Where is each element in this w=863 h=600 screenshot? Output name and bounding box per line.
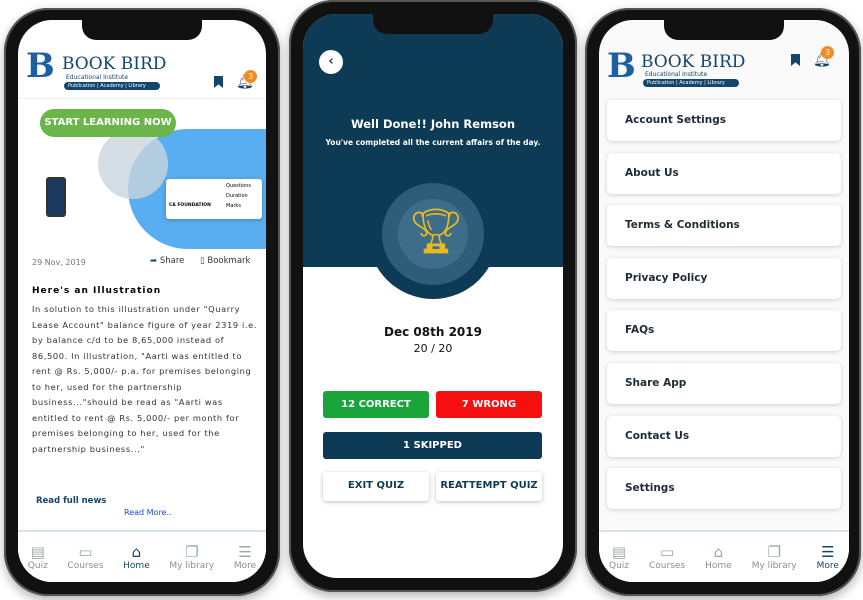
- courses-icon: ▭: [659, 543, 675, 561]
- menu-terms-conditions[interactable]: Terms & Conditions: [607, 205, 841, 246]
- nav-quiz[interactable]: ▤ Quiz: [28, 543, 48, 571]
- correct-count-button[interactable]: 12 CORRECT: [323, 391, 429, 418]
- reattempt-quiz-button[interactable]: REATTEMPT QUIZ: [436, 472, 542, 501]
- quiz-date: Dec 08th 2019: [384, 325, 482, 339]
- phone-quiz-result: 🏆︎ ‹ Well Done!! John Remson You've comp…: [289, 0, 577, 592]
- nav-home[interactable]: ⌂ Home: [123, 543, 150, 571]
- trophy-badge: 🏆︎: [368, 169, 498, 299]
- courses-icon: ▭: [78, 543, 93, 561]
- exit-quiz-button[interactable]: EXIT QUIZ: [323, 472, 429, 501]
- bookmark-button[interactable]: ▯ Bookmark: [200, 256, 250, 266]
- nav-more[interactable]: ☰ More: [817, 543, 839, 571]
- chevron-left-icon: ‹: [328, 54, 334, 69]
- notification-badge: 3: [244, 70, 257, 83]
- start-learning-button[interactable]: START LEARNING NOW: [40, 109, 176, 137]
- bottom-nav: ▤ Quiz ▭ Courses ⌂ Home ❐ My library ☰ More: [599, 530, 849, 582]
- library-icon: ❐: [185, 543, 199, 561]
- bookmark-icon[interactable]: [791, 54, 800, 66]
- read-full-news-link[interactable]: Read full news: [36, 496, 106, 506]
- library-icon: ❐: [767, 543, 781, 561]
- home-icon: ⌂: [713, 543, 724, 561]
- quiz-icon: ▤: [30, 543, 45, 561]
- wrong-count-button[interactable]: 7 WRONG: [436, 391, 542, 418]
- notification-badge: 3: [821, 46, 834, 59]
- quiz-result-screen: 🏆︎ ‹ Well Done!! John Remson You've comp…: [303, 14, 563, 578]
- phone-home: B BOOK BIRD Educational Institute Public…: [4, 8, 280, 596]
- skipped-count-button[interactable]: 1 SKIPPED: [323, 432, 542, 459]
- bottom-nav: ▤ Quiz ▭ Courses ⌂ Home ❐ My library ☰ More: [18, 530, 266, 582]
- menu-icon: ☰: [821, 543, 835, 561]
- result-title: Well Done!! John Remson: [350, 117, 515, 131]
- more-menu-screen: B BOOK BIRD Educational Institute Public…: [599, 20, 849, 582]
- menu-account-settings[interactable]: Account Settings: [607, 100, 841, 141]
- article-heading: Here's an Illustration: [32, 286, 162, 296]
- read-more-link[interactable]: Read More..: [124, 508, 172, 517]
- quiz-icon: ▤: [611, 543, 627, 561]
- nav-home[interactable]: ⌂ Home: [705, 543, 732, 571]
- share-icon: ➦: [150, 256, 160, 266]
- menu-settings[interactable]: Settings: [607, 468, 841, 509]
- nav-quiz[interactable]: ▤ Quiz: [609, 543, 629, 571]
- phone-illustration: [46, 177, 66, 217]
- menu-faqs[interactable]: FAQs: [607, 310, 841, 351]
- menu-privacy-policy[interactable]: Privacy Policy: [607, 258, 841, 299]
- result-subtitle: You've completed all the current affairs…: [325, 138, 541, 147]
- quiz-score: 20 / 20: [413, 342, 453, 355]
- ca-card: CA FOUNDATION Questions Duration Marks: [166, 179, 262, 219]
- nav-my-library[interactable]: ❐ My library: [752, 543, 797, 571]
- menu-about-us[interactable]: About Us: [607, 153, 841, 194]
- home-icon: ⌂: [131, 543, 142, 561]
- phone-more-menu: B BOOK BIRD Educational Institute Public…: [585, 8, 861, 596]
- menu-icon: ☰: [238, 543, 252, 561]
- bookmark-icon[interactable]: [214, 76, 223, 88]
- nav-courses[interactable]: ▭ Courses: [67, 543, 103, 571]
- promo-banner[interactable]: START LEARNING NOW CA FOUNDATION Questio…: [18, 98, 266, 249]
- trophy-icon: 🏆︎: [408, 206, 464, 257]
- nav-my-library[interactable]: ❐ My library: [169, 543, 214, 571]
- menu-share-app[interactable]: Share App: [607, 363, 841, 404]
- notch: [82, 20, 202, 40]
- notch: [664, 20, 784, 40]
- post-date: 29 Nov, 2019: [32, 258, 86, 267]
- nav-more[interactable]: ☰ More: [234, 543, 256, 571]
- back-button[interactable]: ‹: [319, 50, 343, 74]
- menu-contact-us[interactable]: Contact Us: [607, 416, 841, 457]
- share-button[interactable]: ➦ Share: [150, 256, 184, 266]
- article-body: In solution to this illustration under "…: [32, 304, 258, 454]
- nav-courses[interactable]: ▭ Courses: [649, 543, 685, 571]
- notch: [373, 14, 493, 34]
- home-screen: B BOOK BIRD Educational Institute Public…: [18, 20, 266, 582]
